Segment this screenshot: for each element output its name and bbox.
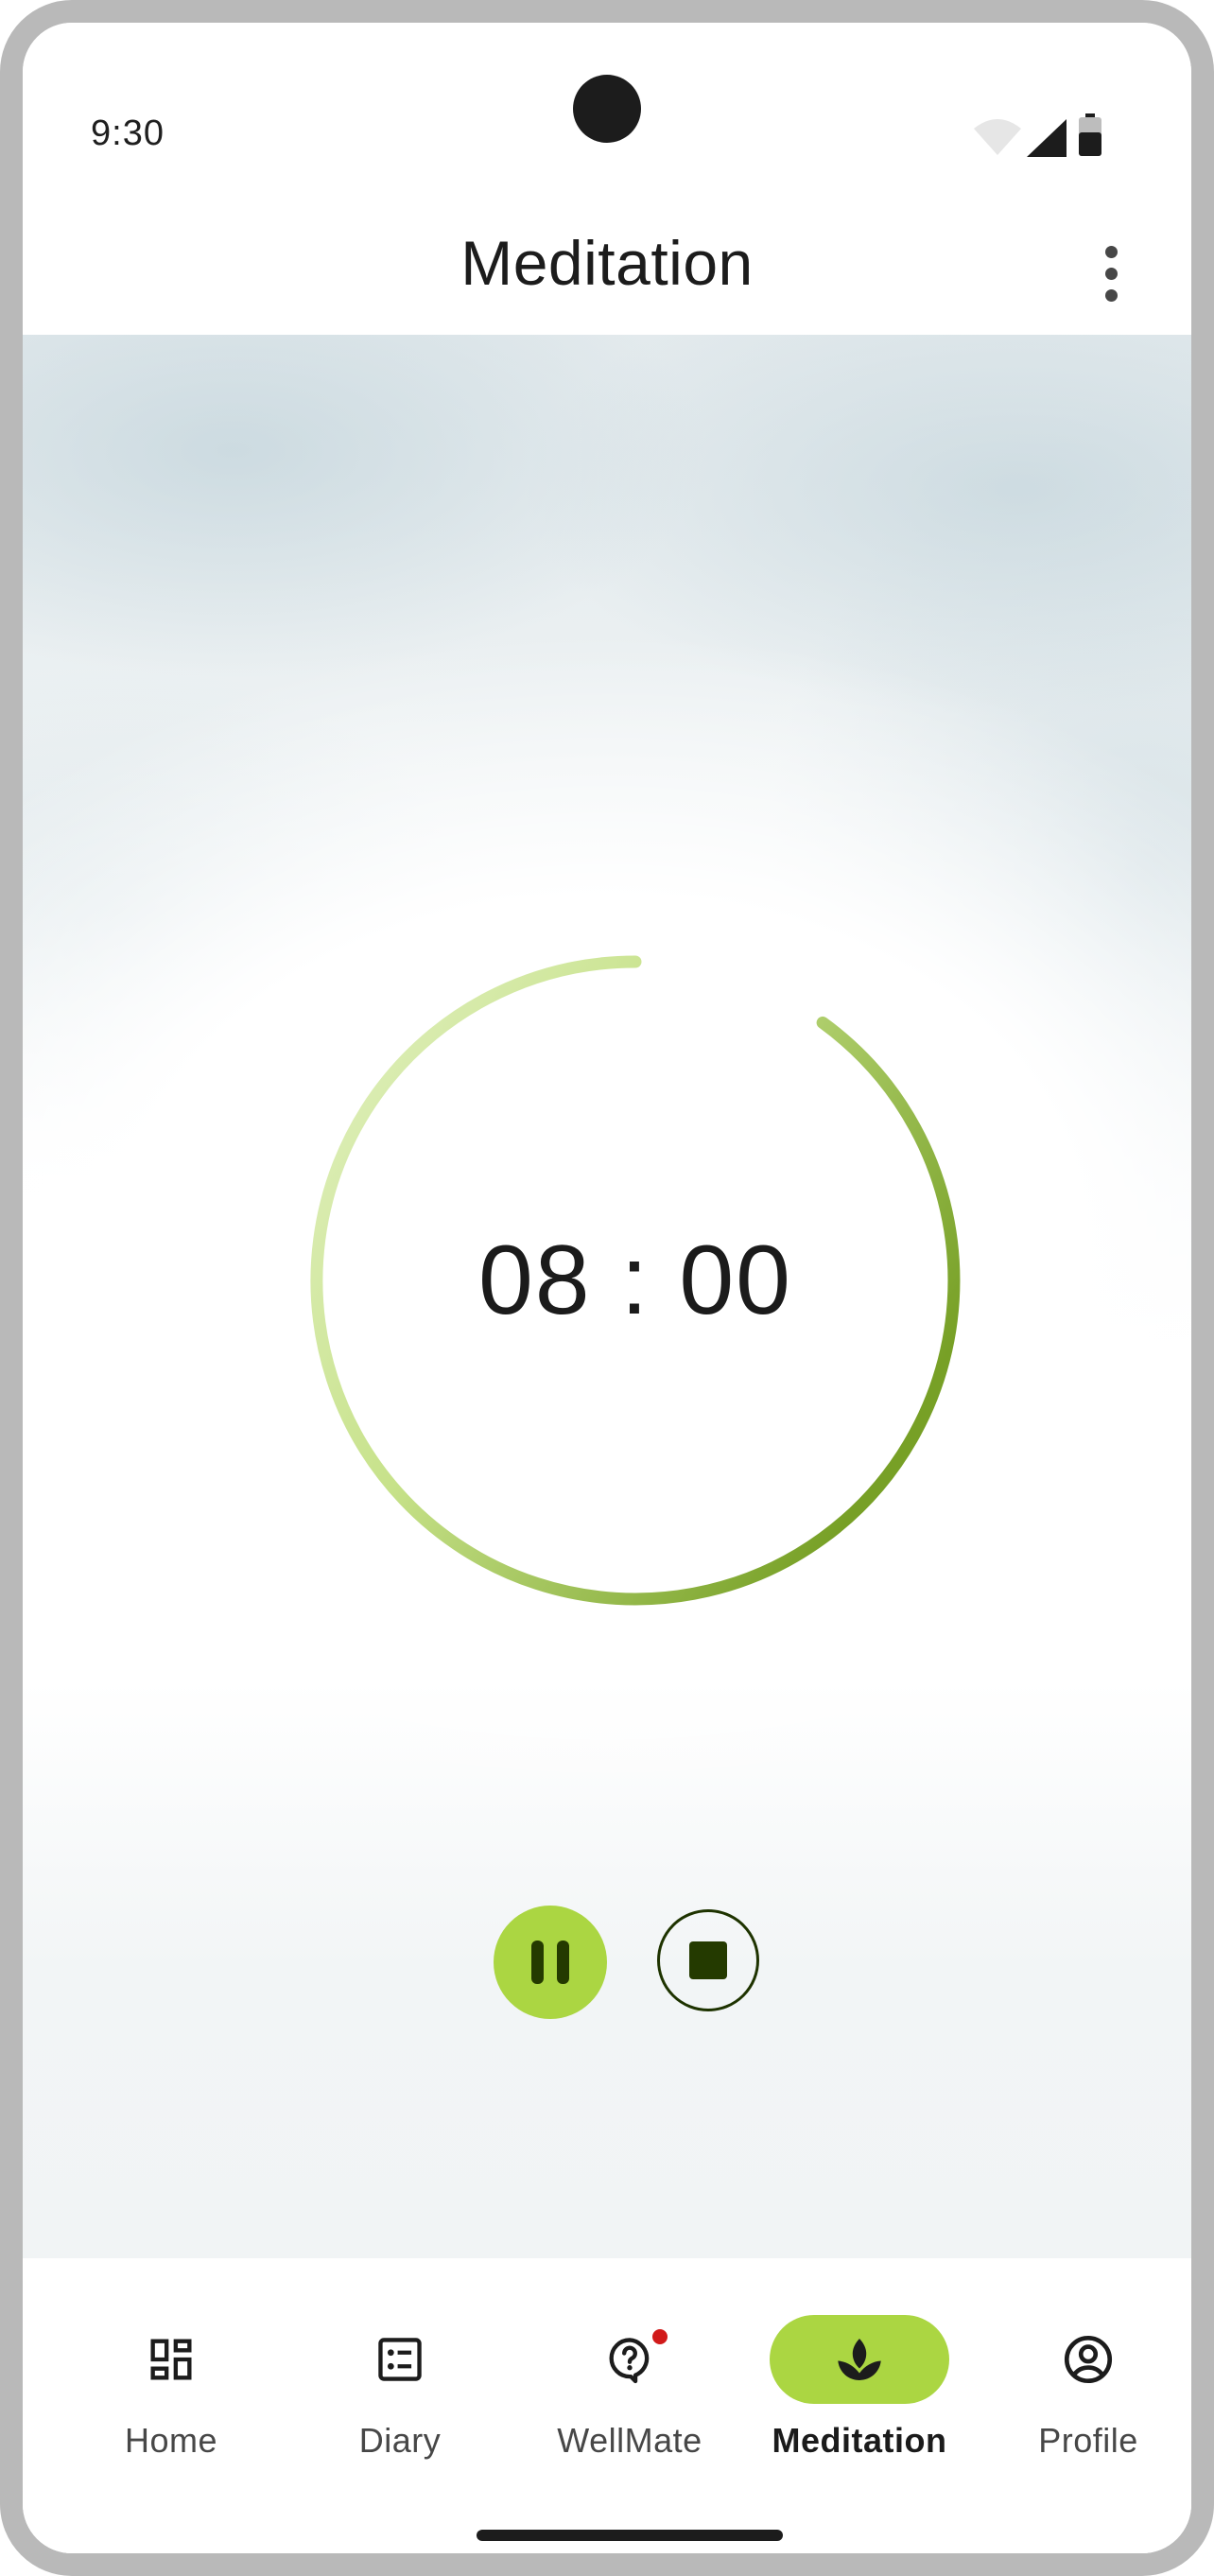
nav-item-meditation[interactable]: Meditation [755, 2315, 963, 2466]
list-icon [378, 2338, 422, 2381]
device-frame: 9:30 Meditation 08: 00 Home Diary WellM… [0, 0, 1214, 2576]
battery-icon [1079, 113, 1101, 156]
screen: 9:30 Meditation 08: 00 Home Diary WellM… [23, 23, 1191, 2553]
more-vert-icon[interactable] [1078, 231, 1144, 316]
nav-icon-container [310, 2315, 490, 2404]
help-chat-icon [609, 2338, 650, 2384]
status-icons [972, 113, 1142, 159]
spa-icon [838, 2339, 881, 2380]
notification-badge [650, 2326, 670, 2347]
pause-icon [531, 1941, 544, 1984]
page-title: Meditation [460, 228, 754, 298]
meditation-panel: 08 : 00 [23, 335, 1191, 2258]
cellular-signal-icon [1027, 119, 1067, 157]
nav-active-indicator [770, 2315, 949, 2404]
nav-item-wellmate[interactable]: WellMate [526, 2315, 734, 2466]
nav-label-diary: Diary [358, 2421, 442, 2460]
wifi-icon [974, 119, 1021, 155]
more-dot [1104, 245, 1118, 258]
account-circle-icon [1064, 2335, 1113, 2384]
status-time: 9:30 [91, 113, 165, 153]
nav-label-meditation: Meditation [772, 2421, 947, 2460]
stop-icon [689, 1941, 727, 1979]
bottom-navigation: Home Diary WellMate Meditation Profile [23, 2258, 1191, 2553]
home-indicator[interactable] [477, 2530, 783, 2541]
nav-item-home[interactable]: Home [67, 2315, 275, 2466]
more-dot [1104, 267, 1118, 280]
status-bar: 9:30 [23, 23, 1191, 212]
camera-cutout [573, 75, 641, 143]
nav-item-diary[interactable]: Diary [296, 2315, 504, 2466]
more-dot [1104, 288, 1118, 302]
top-app-bar: Meditation [23, 212, 1191, 335]
pause-icon-bar [557, 1941, 569, 1984]
nav-icon-container [998, 2315, 1178, 2404]
stop-button[interactable] [657, 1909, 759, 2011]
nav-icon-container [81, 2315, 261, 2404]
nav-label-home: Home [124, 2421, 218, 2460]
nav-label-profile: Profile [1038, 2421, 1138, 2460]
timer-display: 08 : 00 [477, 1225, 793, 1335]
nav-label-wellmate: WellMate [557, 2421, 702, 2460]
nav-item-profile[interactable]: Profile [984, 2315, 1191, 2466]
pause-button[interactable] [494, 1906, 607, 2019]
dashboard-icon [150, 2339, 192, 2380]
nav-icon-container [540, 2315, 720, 2404]
